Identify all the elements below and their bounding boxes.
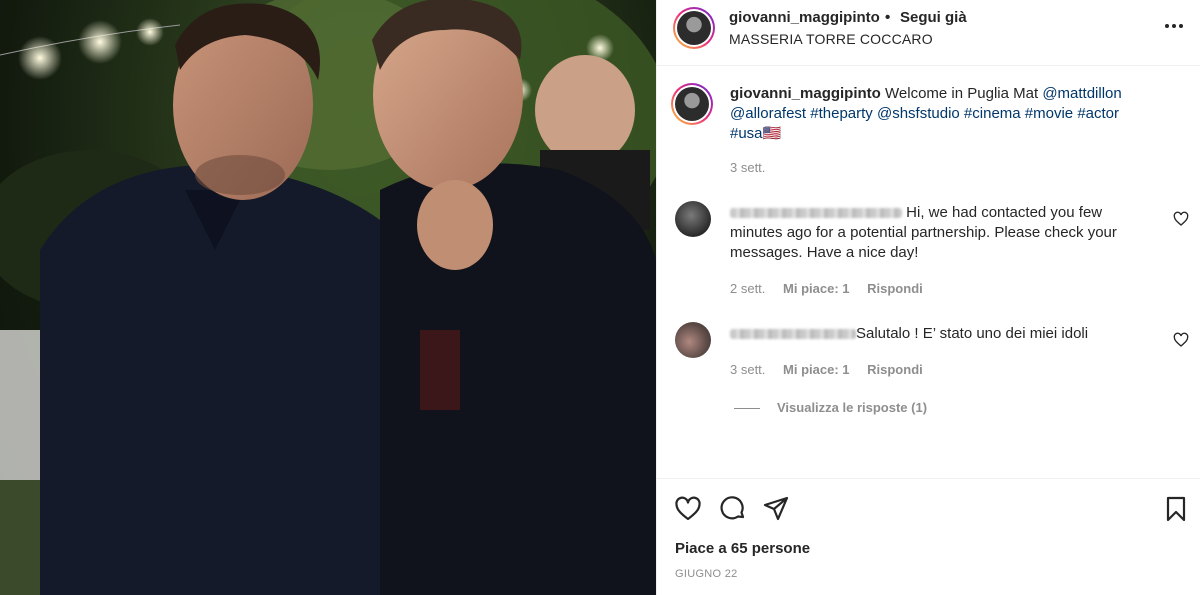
hashtag-cinema[interactable]: #cinema <box>964 105 1021 122</box>
hashtag-theparty[interactable]: #theparty <box>810 105 873 122</box>
header-separator: • <box>885 9 891 26</box>
blurred-username[interactable] <box>730 208 902 219</box>
following-button[interactable]: Segui già <box>900 9 967 26</box>
hashtag-actor[interactable]: #actor <box>1077 105 1119 122</box>
view-replies-button[interactable]: Visualizza le risposte (1) <box>734 400 927 415</box>
reply-button[interactable]: Rispondi <box>867 281 923 296</box>
post-date[interactable]: GIUGNO 22 <box>675 568 738 580</box>
likes-count[interactable]: Piace a 65 persone <box>675 540 810 557</box>
comment-text: Salutalo ! E’ stato uno dei miei idoli <box>730 324 1150 344</box>
caption-body: Welcome in Puglia Mat <box>885 85 1039 102</box>
mention-mattdillon[interactable]: @mattdillon <box>1042 85 1121 102</box>
mention-allorafest[interactable]: @allorafest <box>730 105 806 122</box>
comment-timestamp[interactable]: 2 sett. <box>730 281 765 296</box>
us-flag-emoji: 🇺🇸 <box>762 125 782 142</box>
author-avatar[interactable] <box>673 7 715 49</box>
post-location[interactable]: MASSERIA TORRE COCCARO <box>729 31 933 47</box>
comment-meta: 3 sett. Mi piace: 1 Rispondi <box>730 362 937 377</box>
post-header: giovanni_maggipinto • Segui già MASSERIA… <box>657 0 1200 66</box>
photo-illustration <box>0 0 656 595</box>
hashtag-movie[interactable]: #movie <box>1025 105 1073 122</box>
comment-text: Hi, we had contacted you few minutes ago… <box>730 203 1150 263</box>
commenter-avatar[interactable] <box>675 322 711 358</box>
comment-likes[interactable]: Mi piace: 1 <box>783 281 849 296</box>
like-comment-heart-icon[interactable] <box>1173 332 1189 348</box>
caption-timestamp[interactable]: 3 sett. <box>730 160 765 175</box>
comment-meta: 2 sett. Mi piace: 1 Rispondi <box>730 281 937 296</box>
hashtag-usa[interactable]: #usa <box>730 125 763 142</box>
post-photo[interactable] <box>0 0 656 595</box>
comment-bubble-icon[interactable] <box>719 495 747 523</box>
mention-shsfstudio[interactable]: @shsfstudio <box>877 105 960 122</box>
blurred-username[interactable] <box>730 329 856 340</box>
caption-avatar[interactable] <box>671 83 713 125</box>
reply-button[interactable]: Rispondi <box>867 362 923 377</box>
like-comment-heart-icon[interactable] <box>1173 211 1189 227</box>
caption-username[interactable]: giovanni_maggipinto <box>730 85 881 102</box>
post-actions: Piace a 65 persone GIUGNO 22 <box>657 478 1200 595</box>
commenter-avatar[interactable] <box>675 201 711 237</box>
comment-likes[interactable]: Mi piace: 1 <box>783 362 849 377</box>
view-replies-label: Visualizza le risposte (1) <box>777 400 928 415</box>
post-side-panel: giovanni_maggipinto • Segui già MASSERIA… <box>656 0 1200 595</box>
like-heart-icon[interactable] <box>674 495 702 523</box>
caption-text: giovanni_maggipinto Welcome in Puglia Ma… <box>730 84 1150 144</box>
more-options-icon[interactable] <box>1161 16 1187 36</box>
share-paper-plane-icon[interactable] <box>762 495 790 523</box>
comment-timestamp[interactable]: 3 sett. <box>730 362 765 377</box>
replies-divider <box>734 408 760 410</box>
comment-body: Salutalo ! E’ stato uno dei miei idoli <box>856 325 1089 342</box>
save-bookmark-icon[interactable] <box>1162 495 1190 523</box>
author-username[interactable]: giovanni_maggipinto <box>729 9 880 26</box>
